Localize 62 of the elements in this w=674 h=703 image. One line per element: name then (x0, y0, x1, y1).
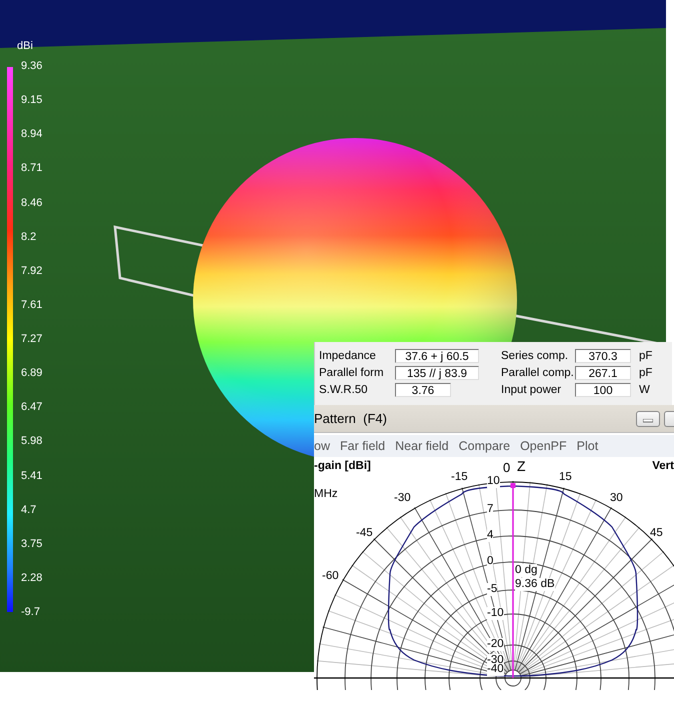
value-field: 3.76 (395, 382, 451, 396)
unit-label: pF (639, 350, 654, 362)
plot-title: -gain [dBi] (314, 460, 371, 473)
frequency-unit: MHz (314, 488, 338, 501)
field-label: Input power (501, 384, 562, 396)
angle-label: -60 (322, 570, 339, 583)
legend-label: 4.7 (21, 502, 38, 517)
angle-label: -45 (356, 527, 373, 540)
legend-label: 9.15 (21, 93, 42, 108)
ring-label: 0 (487, 555, 494, 568)
window-title: Pattern (F4) (314, 411, 388, 426)
field-label: Parallel form (319, 366, 385, 378)
field-label: Series comp. (501, 350, 570, 362)
field-label: Impedance (319, 350, 377, 362)
legend-label: 7.27 (21, 332, 42, 346)
value-field: 267.1 (575, 366, 631, 380)
legend-label: 9.36 (21, 59, 42, 73)
legend-label: 5.41 (21, 468, 42, 482)
angle-label: 0 (503, 461, 510, 474)
legend-label: 8.2 (21, 230, 38, 244)
value-field: 100 (575, 382, 631, 396)
ring-label: -5 (487, 583, 498, 596)
unit-label: W (639, 384, 651, 396)
angle-label: -15 (451, 471, 468, 484)
ring-label: -20 (487, 638, 504, 651)
value-field: 37.6 + j 60.5 (395, 348, 479, 362)
field-label: Parallel comp. (501, 366, 575, 378)
legend-label: 7.61 (21, 298, 42, 312)
menu-item[interactable]: Compare (458, 439, 510, 453)
angle-label: 30 (610, 492, 623, 505)
field-label: S.W.R.50 (319, 384, 369, 396)
menu-item[interactable]: ow (314, 439, 330, 453)
unit-label: pF (639, 366, 654, 378)
legend-label: 7.92 (21, 264, 42, 278)
ring-label: 4 (487, 529, 494, 542)
value-field: 135 // j 83.9 (395, 366, 479, 380)
legend-label: 8.46 (21, 196, 42, 210)
value-field: 370.3 (575, 348, 631, 362)
ring-label: 10 (487, 475, 500, 488)
legend-label: 8.71 (21, 161, 42, 176)
ring-label: -10 (487, 607, 504, 620)
angle-label: 45 (650, 527, 663, 540)
zenith-label: Z (517, 460, 526, 473)
legend-label: -9.7 (21, 605, 41, 619)
menu-item[interactable]: Plot (576, 439, 598, 453)
view-label: Vert (652, 460, 674, 473)
angle-label: 15 (559, 471, 572, 484)
legend-label: 6.47 (21, 400, 42, 414)
legend-label: 2.28 (21, 570, 42, 585)
menu-item[interactable]: Far field (340, 439, 386, 453)
marker-gain: 9.36 dB (515, 578, 555, 591)
legend-label: 8.94 (21, 127, 42, 142)
minimize-button[interactable] (636, 410, 660, 426)
minimize-icon (643, 418, 653, 422)
menu-item[interactable]: OpenPF (520, 439, 567, 453)
legend-label: 3.75 (21, 536, 42, 551)
legend-label: 5.98 (21, 434, 42, 448)
angle-label: -30 (394, 492, 411, 505)
menu-item[interactable]: Near field (395, 439, 449, 453)
legend-label: 6.89 (21, 366, 42, 380)
legend-unit: dBi (17, 40, 33, 52)
marker-angle: 0 dg (515, 564, 538, 577)
